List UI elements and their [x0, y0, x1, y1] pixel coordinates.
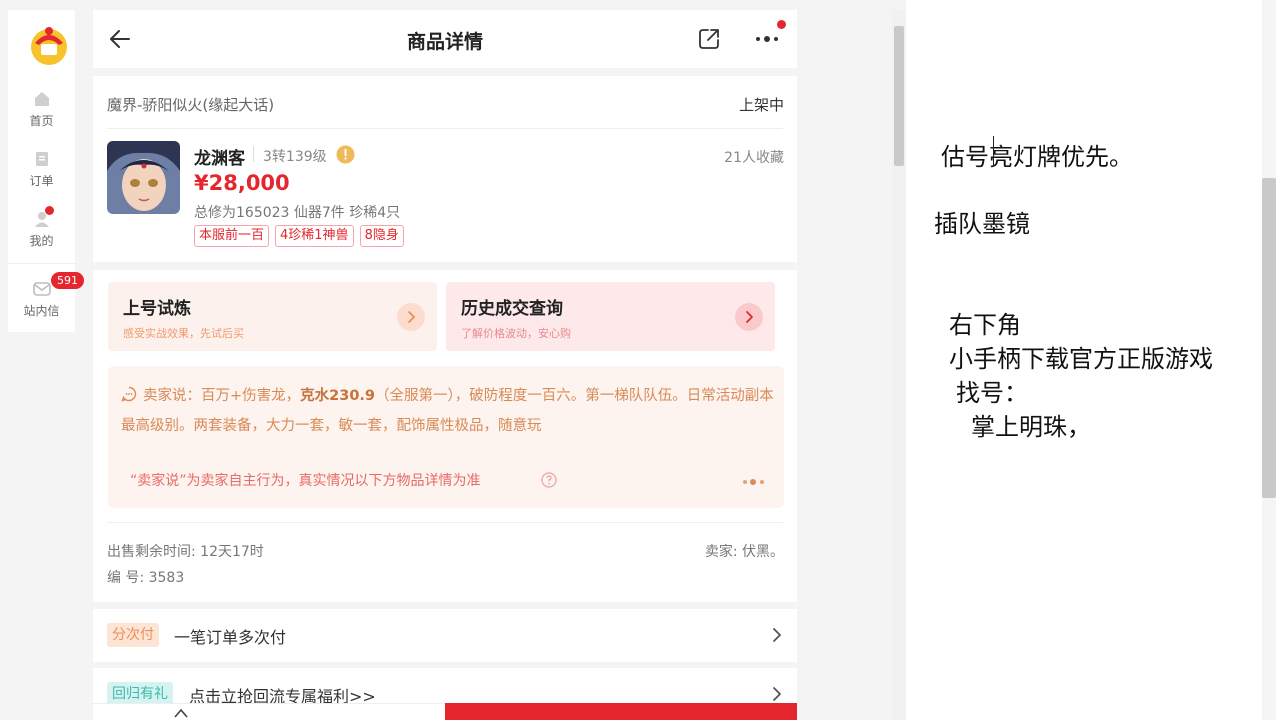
installment-tag: 分次付 [107, 623, 159, 647]
text-caret [993, 136, 994, 166]
note-line: 小手柄下载官方正版游戏 [949, 345, 1213, 373]
seller-description: 卖家说：百万+伤害龙，克水230.9（全服第一），破防程度一百六。第一梯队队伍。… [121, 381, 775, 441]
notification-dot [45, 206, 54, 215]
main-content: 商品详情 魔界-骄阳似火(缘起大话) 上架中 龙渊客 3转139级 21人收藏 … [93, 10, 797, 720]
character-level: 3转139级 [263, 149, 327, 165]
character-stats: 总修为165023 仙器7件 珍稀4只 [194, 205, 401, 221]
installment-pay-row[interactable]: 分次付 一笔订单多次付 [93, 609, 797, 662]
help-question-icon[interactable] [541, 472, 557, 488]
share-icon[interactable] [697, 27, 721, 51]
screen: 首页 订单 我的 站内信 591 商品详情 魔界-骄阳似火(缘起大话) 上架中 … [0, 0, 1280, 720]
sidebar-item-orders[interactable]: 订单 [8, 150, 75, 189]
promo-title: 历史成交查询 [461, 299, 563, 319]
character-name: 龙渊客 [194, 149, 245, 169]
serial-number: 编 号: 3583 [107, 570, 185, 586]
tag: 本服前一百 [194, 225, 270, 247]
sidebar-item-label: 订单 [29, 174, 54, 188]
remaining-time: 出售剩余时间: 12天17时 [107, 544, 264, 560]
seller-text-part: 卖家说：百万+伤害龙， [143, 388, 301, 404]
history-deal-query-button[interactable]: 历史成交查询 了解价格波动，安心购 [446, 282, 775, 351]
note-line: 掌上明珠， [971, 413, 1091, 441]
top-bar: 商品详情 [93, 10, 797, 68]
tag: 4珍稀1神兽 [275, 225, 354, 247]
sidebar-divider [8, 263, 75, 264]
sidebar-item-mine[interactable]: 我的 [8, 210, 75, 249]
sidebar-item-home[interactable]: 首页 [8, 90, 75, 129]
note-line: 估号亮灯牌优先。 [941, 143, 1133, 171]
page-title: 商品详情 [406, 31, 483, 53]
chevron-right-icon [773, 628, 781, 642]
buy-now-button[interactable] [445, 703, 797, 720]
row-label: 一笔订单多次付 [174, 628, 287, 647]
seller-text-highlight: 克水230.9 [300, 388, 376, 404]
favorites-count: 21人收藏 [724, 150, 784, 166]
product-summary-card: 魔界-骄阳似火(缘起大话) 上架中 龙渊客 3转139级 21人收藏 ¥28,0… [93, 76, 797, 262]
chevron-right-icon [735, 303, 763, 331]
product-detail-card: 上号试炼 感受实战效果，先试后买 历史成交查询 了解价格波动，安心购 卖家说：百… [93, 270, 797, 602]
more-notification-dot [777, 20, 786, 29]
character-avatar [107, 141, 180, 214]
sidebar: 首页 订单 我的 站内信 591 [8, 10, 84, 332]
chevron-right-icon [773, 687, 781, 701]
seller-disclaimer: “卖家说”为卖家自主行为，真实情况以下方物品详情为准 [130, 473, 481, 489]
info-warning-icon[interactable] [336, 145, 355, 164]
separator [253, 146, 254, 162]
more-options-icon[interactable] [753, 30, 783, 48]
note-line: 插队墨镜 [934, 210, 1030, 238]
chevron-up-icon[interactable] [173, 707, 189, 719]
tag: 8隐身 [359, 225, 404, 247]
divider [107, 522, 783, 523]
scrollbar-thumb[interactable] [894, 26, 904, 166]
chevron-right-icon [397, 303, 425, 331]
sidebar-item-label: 站内信 [23, 304, 60, 318]
app-logo-icon[interactable] [27, 23, 71, 67]
promo-title: 上号试炼 [123, 299, 191, 319]
seller-name: 卖家: 伏黑。 [704, 544, 784, 560]
sidebar-item-label: 我的 [29, 234, 54, 248]
order-icon [35, 152, 48, 166]
seller-says-box: 卖家说：百万+伤害龙，克水230.9（全服第一），破防程度一百六。第一梯队队伍。… [108, 366, 784, 508]
tag-list: 本服前一百 4珍稀1神兽 8隐身 [194, 224, 410, 247]
listing-status: 上架中 [738, 96, 784, 114]
note-line: 找号： [956, 379, 1028, 407]
trial-login-button[interactable]: 上号试炼 感受实战效果，先试后买 [108, 282, 437, 351]
server-name: 魔界-骄阳似火(缘起大话) [107, 96, 275, 114]
mail-icon [32, 282, 51, 296]
divider [107, 128, 783, 129]
bottom-action-bar [93, 703, 445, 720]
note-line: 右下角 [949, 311, 1021, 339]
price: ¥28,000 [194, 171, 290, 195]
promo-subtitle: 了解价格波动，安心购 [461, 327, 571, 340]
expand-dots-icon[interactable] [740, 476, 770, 488]
sidebar-item-label: 首页 [29, 114, 54, 128]
notes-scrollbar-thumb[interactable] [1262, 178, 1276, 498]
message-count-badge: 591 [51, 272, 84, 289]
promo-subtitle: 感受实战效果，先试后买 [123, 327, 244, 340]
home-icon [34, 92, 49, 106]
